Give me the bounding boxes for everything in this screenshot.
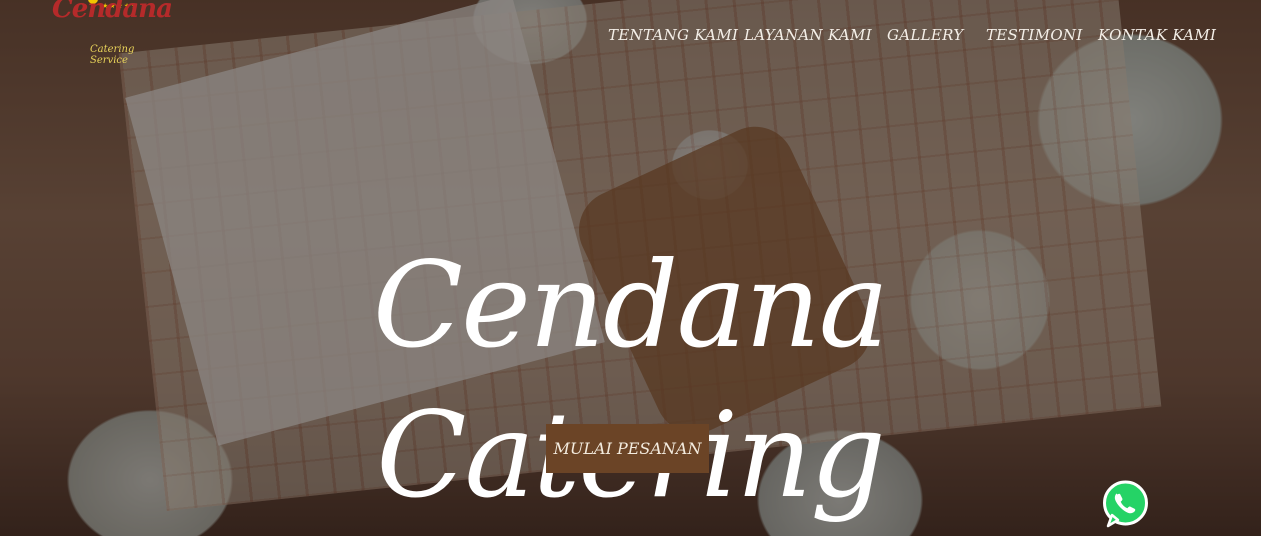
nav-item-kontak-kami[interactable]: KONTAK KAMI [1098, 26, 1216, 44]
nav-item-testimoni[interactable]: TESTIMONI [986, 26, 1083, 44]
main-navigation: TENTANG KAMI LAYANAN KAMI GALLERY TESTIM… [590, 26, 1220, 50]
logo-brand-name: Cendana [52, 0, 173, 24]
hero-title: Cendana Catering [372, 236, 889, 524]
nav-item-gallery[interactable]: GALLERY [887, 26, 964, 44]
logo-tagline: Catering Service [90, 44, 135, 66]
whatsapp-icon[interactable] [1100, 479, 1151, 530]
start-order-button[interactable]: MULAI PESANAN [546, 424, 709, 473]
nav-item-layanan-kami[interactable]: LAYANAN KAMI [744, 26, 872, 44]
site-logo[interactable]: ★★★★★ Cendana Catering Service [52, 0, 173, 68]
nav-item-tentang-kami[interactable]: TENTANG KAMI [608, 26, 738, 44]
